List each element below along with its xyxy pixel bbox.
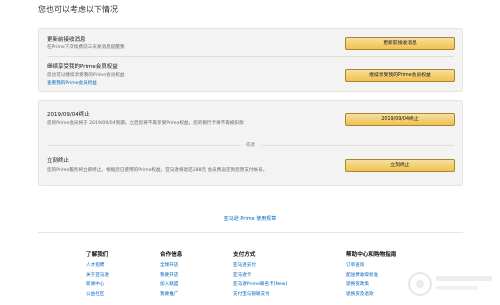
- continue-benefits-title: 继续享受我的Prime会员权益: [47, 64, 118, 70]
- footer-link[interactable]: 退换货及退款: [346, 291, 396, 297]
- end-date-desc: 您的Prime会员将于 2019/09/04到期。之后您将不再享受Prime权益…: [47, 121, 244, 126]
- footer-link[interactable]: 我要开店: [160, 272, 182, 278]
- footer-link[interactable]: 支付宝与银联支付: [233, 291, 287, 297]
- cancel-panel: 2019/09/04终止 您的Prime会员将于 2019/09/04到期。之后…: [38, 100, 463, 186]
- or-separator-text: 或者: [239, 142, 262, 148]
- footer-divider: [38, 232, 463, 233]
- footer-heading: 合作信息: [160, 252, 183, 258]
- footer-heading: 帮助中心和购物指南: [346, 252, 397, 258]
- update-reminder-title: 更新前接收消息: [47, 37, 86, 43]
- watermark-logo-icon: [408, 272, 492, 296]
- end-now-button[interactable]: 立刻终止: [345, 159, 455, 172]
- footer-link[interactable]: 关于亚马逊: [86, 272, 109, 278]
- footer-link[interactable]: 公益社区: [86, 291, 109, 297]
- end-now-desc: 您的Prime服务将立即终止。根据您已使用的Prime权益，亚马逊将退还288元…: [47, 168, 268, 173]
- prime-terms-link[interactable]: 亚马逊 Prime 使用规章: [0, 215, 500, 222]
- footer-link[interactable]: 亚马逊Prime联名卡[New]: [233, 281, 287, 287]
- end-now-title: 立刻终止: [47, 158, 70, 164]
- view-benefits-link[interactable]: 查看我的Prime会员权益: [47, 80, 97, 86]
- reminder-panel: 更新前接收消息 在Prime下次续费前三天发消息提醒我 更新前接收消息 继续享受…: [38, 28, 463, 92]
- footer-heading: 了解我们: [86, 252, 109, 258]
- footer-column-about: 了解我们 人才招聘 关于亚马逊 新闻中心 公益社区: [86, 250, 109, 300]
- footer-heading: 支付方式: [233, 252, 256, 258]
- footer-column-help: 帮助中心和购物指南 订单查询 配送费收取标准 退换货政策 退换货及退款: [346, 250, 396, 300]
- footer-link[interactable]: 加入联盟: [160, 281, 182, 287]
- continue-benefits-button[interactable]: 继续享受我的Prime会员权益: [345, 69, 455, 82]
- continue-benefits-desc: 您也可以继续享受我的Prime会员权益: [47, 73, 125, 78]
- footer-link[interactable]: 订单查询: [346, 262, 396, 268]
- footer-link[interactable]: 亚马逊卡: [233, 272, 287, 278]
- footer-link[interactable]: 新闻中心: [86, 281, 109, 287]
- footer-link[interactable]: 配送费收取标准: [346, 272, 396, 278]
- footer-column-partners: 合作信息 全球开店 我要开店 加入联盟 我要推广: [160, 250, 182, 300]
- update-reminder-desc: 在Prime下次续费前三天发消息提醒我: [47, 45, 125, 50]
- footer-link[interactable]: 我要推广: [160, 291, 182, 297]
- footer-column-payment: 支付方式 亚马逊支付 亚马逊卡 亚马逊Prime联名卡[New] 支付宝与银联支…: [233, 250, 287, 300]
- footer-link[interactable]: 全球开店: [160, 262, 182, 268]
- panel-divider: [47, 56, 454, 57]
- footer-link[interactable]: 退换货政策: [346, 281, 396, 287]
- end-date-title: 2019/09/04终止: [47, 112, 90, 118]
- update-reminder-button[interactable]: 更新前接收消息: [345, 37, 455, 50]
- page-title: 您也可以考虑以下情况: [38, 5, 118, 14]
- footer-link[interactable]: 亚马逊支付: [233, 262, 287, 268]
- footer-link[interactable]: 人才招聘: [86, 262, 109, 268]
- end-on-date-button[interactable]: 2019/09/04终止: [345, 113, 455, 126]
